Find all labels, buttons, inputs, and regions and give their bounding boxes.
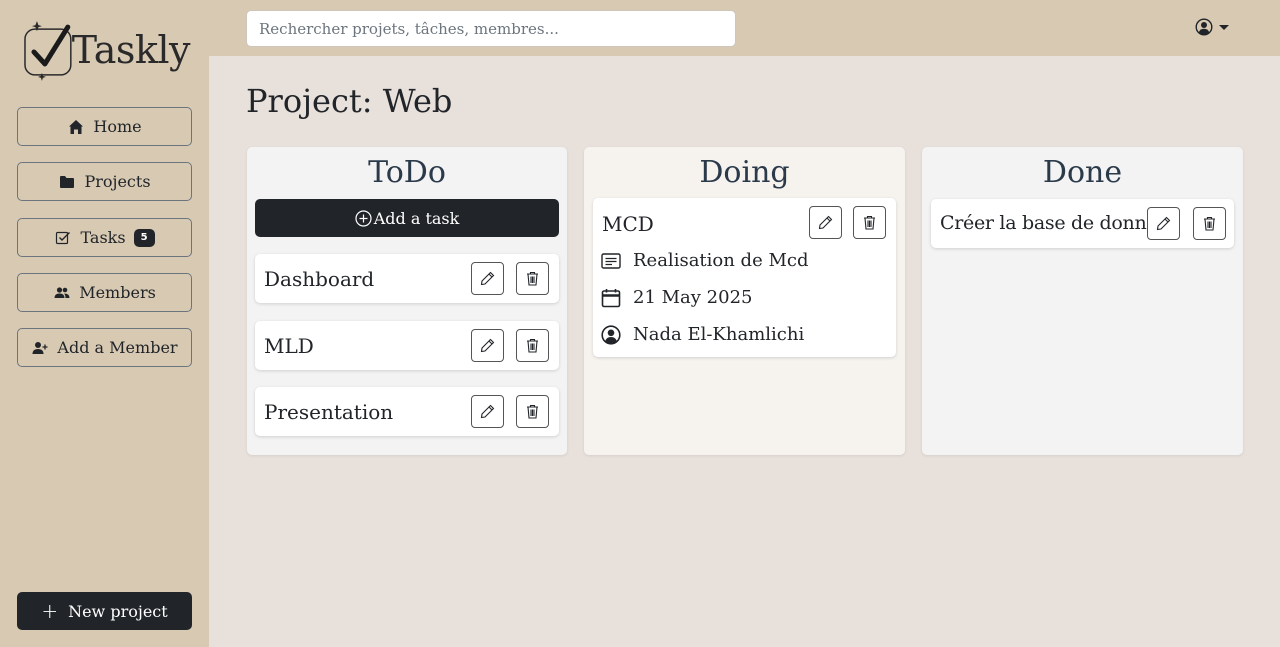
delete-button[interactable] bbox=[516, 262, 549, 295]
folder-icon bbox=[58, 174, 76, 190]
plus-circle-icon bbox=[355, 209, 372, 227]
add-task-button[interactable]: Add a task bbox=[255, 199, 559, 237]
tasks-count-badge: 5 bbox=[133, 228, 155, 247]
trash-icon bbox=[527, 338, 538, 353]
new-project-button[interactable]: + New project bbox=[17, 592, 192, 630]
column-doing: Doing MCD Realisation de Mcd 21 May 2025… bbox=[584, 147, 905, 455]
delete-button[interactable] bbox=[516, 395, 549, 428]
user-circle-icon bbox=[1195, 18, 1213, 36]
sidebar-item-label: Members bbox=[79, 283, 156, 302]
task-title: Créer la base de données bbox=[940, 212, 1178, 234]
task-due-date-text: 21 May 2025 bbox=[633, 287, 753, 308]
task-title: Presentation bbox=[264, 400, 394, 424]
sidebar-item-tasks[interactable]: Tasks 5 bbox=[17, 218, 192, 257]
pencil-icon bbox=[480, 404, 495, 419]
edit-button[interactable] bbox=[809, 206, 842, 239]
sidebar-item-members[interactable]: Members bbox=[17, 273, 192, 312]
task-assignee-name: Nada El-Khamlichi bbox=[633, 324, 805, 345]
column-done: Done Créer la base de données bbox=[922, 147, 1243, 455]
column-title: Doing bbox=[699, 155, 790, 190]
task-card[interactable]: Presentation bbox=[255, 387, 559, 436]
top-bar bbox=[209, 0, 1280, 56]
sidebar-item-home[interactable]: Home bbox=[17, 107, 192, 146]
logo-text: Taskly bbox=[71, 28, 191, 72]
pencil-icon bbox=[1156, 216, 1171, 231]
text-lines-icon bbox=[601, 252, 621, 269]
trash-icon bbox=[1204, 216, 1215, 231]
plus-icon: + bbox=[41, 599, 59, 623]
edit-button[interactable] bbox=[1147, 207, 1180, 240]
sidebar: Taskly Home Projects Tasks 5 Members Add… bbox=[0, 0, 209, 647]
task-card[interactable]: Créer la base de données bbox=[931, 199, 1234, 248]
pencil-icon bbox=[480, 338, 495, 353]
pencil-icon bbox=[480, 271, 495, 286]
task-card-expanded[interactable]: MCD Realisation de Mcd 21 May 2025 Nada … bbox=[593, 198, 896, 357]
trash-icon bbox=[527, 404, 538, 419]
edit-button[interactable] bbox=[471, 262, 504, 295]
edit-button[interactable] bbox=[471, 395, 504, 428]
page-title: Project: Web bbox=[246, 82, 453, 120]
check-square-icon bbox=[54, 230, 72, 246]
sidebar-item-add-member[interactable]: Add a Member bbox=[17, 328, 192, 367]
home-icon bbox=[67, 119, 85, 135]
logo-check-icon bbox=[24, 21, 72, 81]
search-input[interactable] bbox=[246, 10, 736, 47]
task-due-date: 21 May 2025 bbox=[601, 287, 753, 308]
task-title: Dashboard bbox=[264, 267, 375, 291]
pencil-icon bbox=[818, 215, 833, 230]
task-assignee: Nada El-Khamlichi bbox=[601, 324, 804, 345]
delete-button[interactable] bbox=[516, 329, 549, 362]
calendar-icon bbox=[601, 288, 621, 307]
column-todo: ToDo Add a task Dashboard MLD Presentati… bbox=[247, 147, 567, 455]
trash-icon bbox=[864, 215, 875, 230]
task-card[interactable]: MLD bbox=[255, 321, 559, 370]
task-description-text: Realisation de Mcd bbox=[633, 250, 809, 271]
new-project-label: New project bbox=[68, 601, 168, 621]
sidebar-item-projects[interactable]: Projects bbox=[17, 162, 192, 201]
sidebar-item-label: Projects bbox=[84, 172, 151, 191]
column-title: ToDo bbox=[368, 155, 446, 190]
task-title: MCD bbox=[602, 212, 654, 236]
delete-button[interactable] bbox=[1193, 207, 1226, 240]
column-title: Done bbox=[1042, 155, 1123, 190]
logo[interactable]: Taskly bbox=[20, 18, 191, 82]
user-menu-toggle[interactable] bbox=[1195, 18, 1229, 36]
sidebar-item-label: Home bbox=[93, 117, 142, 136]
add-task-label: Add a task bbox=[373, 208, 460, 228]
delete-button[interactable] bbox=[853, 206, 886, 239]
people-icon bbox=[53, 285, 71, 301]
trash-icon bbox=[527, 271, 538, 286]
sidebar-item-label: Tasks bbox=[80, 228, 126, 247]
sidebar-item-label: Add a Member bbox=[57, 338, 178, 357]
task-card[interactable]: Dashboard bbox=[255, 254, 559, 303]
chevron-down-icon bbox=[1219, 24, 1229, 30]
task-title: MLD bbox=[264, 334, 314, 358]
task-description: Realisation de Mcd bbox=[601, 250, 809, 271]
edit-button[interactable] bbox=[471, 329, 504, 362]
person-plus-icon bbox=[31, 340, 49, 356]
user-circle-icon bbox=[601, 324, 621, 345]
